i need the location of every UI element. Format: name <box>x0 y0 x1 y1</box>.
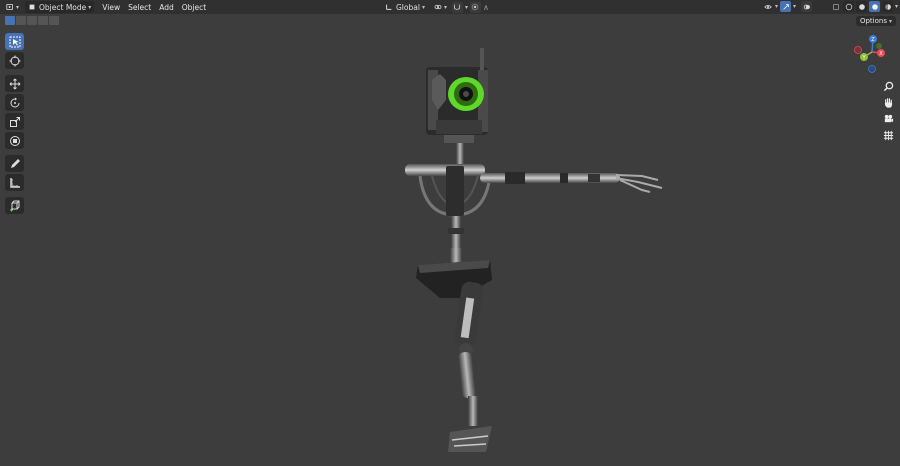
selection-mode-group <box>5 16 60 25</box>
snap-icon <box>454 4 461 10</box>
cursor-tool[interactable] <box>5 52 24 69</box>
measure-tool[interactable] <box>5 174 24 191</box>
viewport-header: ▾ Object Mode ▾ View Select Add Object G… <box>0 0 900 14</box>
hand-pan-icon <box>884 97 892 108</box>
material-sphere-icon <box>871 3 878 10</box>
navigation-gizmo[interactable]: Z X Y <box>848 30 890 80</box>
proportional-edit-icon <box>472 3 479 11</box>
shading-rendered[interactable] <box>882 1 893 12</box>
mode-dropdown[interactable]: Object Mode ▾ <box>25 1 95 13</box>
overlays-icon <box>803 4 810 9</box>
shading-material[interactable] <box>869 1 880 12</box>
scale-icon <box>9 116 20 127</box>
neg-z-handle <box>868 65 876 73</box>
transform-icon <box>9 135 20 146</box>
select-extend-icon[interactable] <box>16 16 26 25</box>
xray-toggle[interactable] <box>830 1 841 12</box>
solid-sphere-icon <box>858 3 865 10</box>
shading-wireframe[interactable] <box>843 1 854 12</box>
pivot-icon <box>434 3 442 11</box>
neg-x-handle <box>854 46 862 54</box>
overlays-toggle[interactable] <box>801 1 813 12</box>
select-subtract-icon[interactable] <box>27 16 37 25</box>
scale-tool[interactable] <box>5 113 24 130</box>
transform-tool[interactable] <box>5 132 24 149</box>
falloff-icon[interactable]: ∧ <box>483 3 489 12</box>
menu-select[interactable]: Select <box>128 3 151 12</box>
mode-label: Object Mode <box>39 2 87 12</box>
visibility-icon <box>763 4 772 9</box>
snap-toggle[interactable] <box>451 1 463 13</box>
tool-shelf <box>5 33 25 216</box>
robot-arm <box>480 172 663 193</box>
options-label: Options <box>859 17 887 25</box>
robot-head <box>426 48 488 143</box>
proportional-edit-toggle[interactable] <box>469 1 481 13</box>
select-box-icon <box>9 36 20 47</box>
menu-add[interactable]: Add <box>159 3 174 12</box>
rotate-icon <box>10 97 19 107</box>
orientation-icon <box>385 3 393 11</box>
annotate-pencil-icon <box>10 158 20 168</box>
rendered-sphere-icon <box>884 3 891 10</box>
pan-button[interactable] <box>880 94 896 110</box>
select-box-tool[interactable] <box>5 33 24 50</box>
shading-dropdown[interactable]: ▾ <box>895 3 898 10</box>
z-axis-label: Z <box>871 37 875 43</box>
wireframe-sphere-icon <box>845 3 852 10</box>
select-invert-icon[interactable] <box>38 16 48 25</box>
zoom-icon <box>883 81 893 91</box>
robot-torso <box>405 164 492 252</box>
xray-icon <box>832 3 839 10</box>
move-icon <box>9 78 20 89</box>
move-tool[interactable] <box>5 75 24 92</box>
menu-object[interactable]: Object <box>182 3 206 12</box>
robot-model[interactable] <box>380 40 680 460</box>
shading-solid[interactable] <box>856 1 867 12</box>
transform-orientation-dropdown[interactable]: Global ▾ <box>382 1 428 13</box>
measure-ruler-icon <box>9 177 20 188</box>
ortho-toggle-button[interactable] <box>880 127 896 143</box>
menu-view[interactable]: View <box>102 3 120 12</box>
robot-leg <box>448 281 492 452</box>
rotate-tool[interactable] <box>5 94 24 111</box>
neg-y-handle <box>876 43 882 49</box>
gizmo-icon <box>782 3 789 10</box>
select-intersect-icon[interactable] <box>49 16 59 25</box>
camera-icon <box>884 114 893 122</box>
gizmo-toggle[interactable] <box>780 1 792 12</box>
camera-view-button[interactable] <box>880 110 896 126</box>
pivot-dropdown[interactable]: ▾ <box>431 1 450 13</box>
annotate-tool[interactable] <box>5 155 24 172</box>
add-cube-tool[interactable] <box>5 197 24 214</box>
select-new-icon[interactable] <box>5 16 15 25</box>
3d-viewport-icon <box>6 3 14 11</box>
object-mode-icon <box>28 3 36 11</box>
orientation-label: Global <box>396 2 420 12</box>
editor-type-button[interactable]: ▾ <box>3 1 22 13</box>
snap-dropdown[interactable]: ▾ <box>465 4 468 11</box>
grid-view-icon <box>883 130 893 140</box>
visibility-dropdown[interactable] <box>762 1 773 12</box>
zoom-button[interactable] <box>880 78 896 94</box>
x-axis-label: X <box>879 51 883 57</box>
cursor-icon <box>9 55 20 66</box>
options-dropdown[interactable]: Options ▾ <box>855 16 896 26</box>
add-cube-icon <box>9 200 19 211</box>
